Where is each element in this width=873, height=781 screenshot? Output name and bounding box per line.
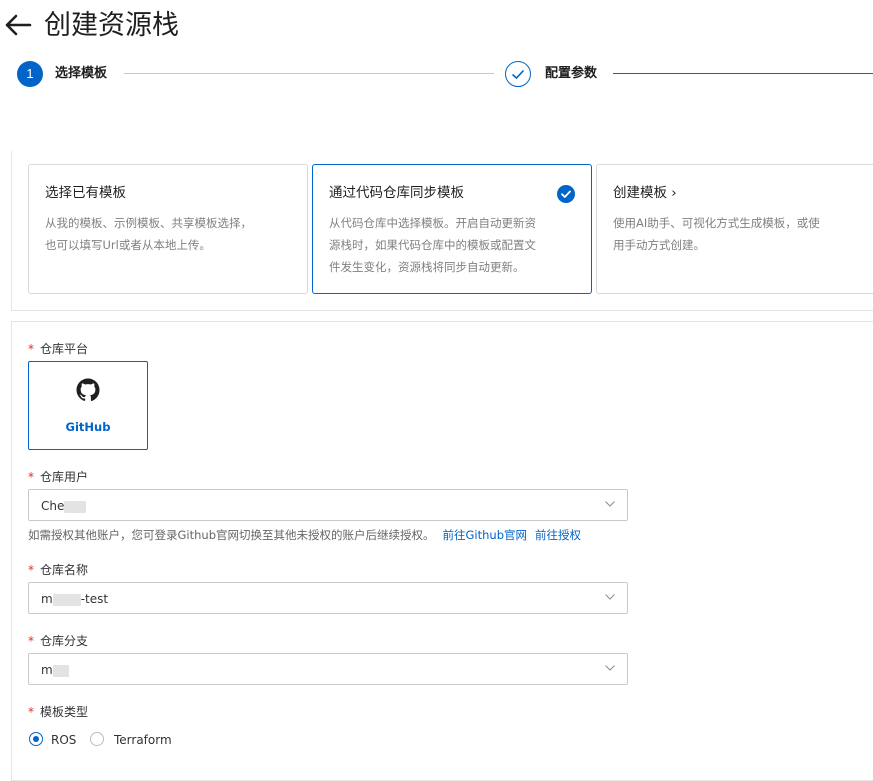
- auth-hint: 如需授权其他账户，您可登录Github官网切换至其他未授权的账户后继续授权。 前往…: [28, 528, 581, 542]
- platform-name: GitHub: [65, 420, 111, 434]
- selected-check-icon: [557, 185, 575, 203]
- card-repo-sync-template[interactable]: 通过代码仓库同步模板 从代码仓库中选择模板。开启自动更新资 源栈时，如果代码仓库…: [312, 164, 592, 294]
- authorize-link[interactable]: 前往授权: [535, 528, 581, 542]
- card-description: 使用AI助手、可视化方式生成模板，或使 用手动方式创建。: [613, 216, 820, 252]
- page-title: 创建资源栈: [44, 10, 179, 41]
- select-value: m: [41, 662, 69, 678]
- radio-ros[interactable]: [29, 732, 43, 746]
- radio-ros-label[interactable]: ROS: [51, 732, 76, 748]
- user-label: * 仓库用户: [28, 470, 89, 484]
- card-create-template[interactable]: 创建模板 › 使用AI助手、可视化方式生成模板，或使 用手动方式创建。: [596, 164, 873, 294]
- check-icon: [511, 69, 525, 80]
- step-2-indicator: [505, 61, 531, 87]
- card-existing-template[interactable]: 选择已有模板 从我的模板、示例模板、共享模板选择， 也可以填写Url或者从本地上…: [28, 164, 308, 294]
- card-title: 选择已有模板: [45, 185, 126, 201]
- card-description: 从代码仓库中选择模板。开启自动更新资 源栈时，如果代码仓库中的模板或配置文 件发…: [329, 216, 536, 274]
- chevron-down-icon: [605, 501, 615, 507]
- github-site-link[interactable]: 前往Github官网: [443, 528, 528, 542]
- template-type-label: * 模板类型: [28, 705, 89, 719]
- chevron-down-icon: [605, 665, 615, 671]
- github-icon: [76, 378, 100, 402]
- select-value: m -test: [41, 592, 109, 606]
- platform-option-github[interactable]: GitHub: [28, 361, 148, 450]
- repo-user-select[interactable]: Che: [28, 489, 628, 521]
- back-button[interactable]: [4, 12, 34, 38]
- radio-terraform[interactable]: [90, 732, 104, 746]
- step-connector: [124, 73, 494, 74]
- card-title: 通过代码仓库同步模板: [329, 185, 464, 201]
- step-1-indicator: 1: [17, 61, 43, 87]
- arrow-left-icon: [5, 14, 32, 36]
- chevron-down-icon: [605, 594, 615, 600]
- step-connector-active: [613, 73, 873, 74]
- repo-name-label: * 仓库名称: [28, 563, 89, 577]
- repo-name-select[interactable]: m -test: [28, 582, 628, 614]
- branch-label: * 仓库分支: [28, 634, 89, 648]
- step-2-label: 配置参数: [545, 66, 598, 81]
- select-value: Che: [41, 498, 87, 514]
- repo-branch-select[interactable]: m: [28, 653, 628, 685]
- card-title: 创建模板 ›: [613, 185, 677, 201]
- card-description: 从我的模板、示例模板、共享模板选择， 也可以填写Url或者从本地上传。: [45, 216, 252, 252]
- radio-terraform-label[interactable]: Terraform: [114, 732, 172, 748]
- platform-label: * 仓库平台: [28, 342, 89, 356]
- step-1-label: 选择模板: [55, 66, 108, 81]
